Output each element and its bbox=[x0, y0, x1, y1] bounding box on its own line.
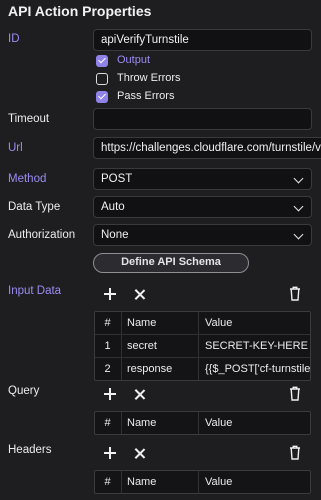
row-number: 2 bbox=[104, 363, 111, 375]
authorization-value: None bbox=[101, 229, 129, 241]
id-label: ID bbox=[8, 33, 20, 45]
throw-errors-checkbox[interactable] bbox=[96, 73, 108, 85]
table-header-row: # Name Value bbox=[95, 412, 310, 434]
method-label: Method bbox=[8, 173, 47, 185]
column-header-value: Value bbox=[205, 476, 233, 488]
url-label: Url bbox=[8, 142, 23, 154]
panel-title: API Action Properties bbox=[8, 3, 152, 19]
column-header-number: # bbox=[104, 317, 111, 329]
table-row[interactable]: 1 secret SECRET-KEY-HERE bbox=[95, 335, 310, 358]
table-header-row: # Name Value bbox=[95, 312, 310, 335]
authorization-select[interactable]: None bbox=[93, 224, 312, 246]
close-icon[interactable] bbox=[134, 448, 145, 459]
column-header-number: # bbox=[104, 417, 111, 429]
column-header-name: Name bbox=[127, 476, 157, 488]
trash-icon[interactable] bbox=[289, 286, 301, 301]
table-row[interactable]: 2 response {{$_POST['cf-turnstile-respon… bbox=[95, 358, 310, 380]
query-table: # Name Value bbox=[94, 411, 311, 435]
row-name[interactable]: response bbox=[127, 358, 197, 380]
data-type-value: Auto bbox=[101, 201, 125, 213]
chevron-down-icon bbox=[293, 201, 304, 212]
output-label: Output bbox=[117, 54, 151, 66]
column-header-name: Name bbox=[127, 317, 157, 329]
method-value: POST bbox=[101, 173, 133, 185]
trash-icon[interactable] bbox=[289, 445, 301, 460]
input-data-table: # Name Value 1 secret SECRET-KEY-HERE 2 … bbox=[94, 311, 311, 381]
column-header-name: Name bbox=[127, 417, 157, 429]
data-type-select[interactable]: Auto bbox=[93, 196, 312, 218]
pass-errors-checkbox[interactable] bbox=[96, 91, 108, 103]
column-header-value: Value bbox=[205, 317, 233, 329]
column-header-value: Value bbox=[205, 417, 233, 429]
headers-label: Headers bbox=[8, 444, 52, 456]
row-value[interactable]: {{$_POST['cf-turnstile-response']}} bbox=[205, 358, 310, 380]
trash-icon[interactable] bbox=[289, 386, 301, 401]
throw-errors-label: Throw Errors bbox=[117, 72, 181, 84]
define-api-schema-button[interactable]: Define API Schema bbox=[93, 253, 249, 273]
chevron-down-icon bbox=[293, 173, 304, 184]
query-label: Query bbox=[8, 385, 40, 397]
add-icon[interactable] bbox=[104, 447, 116, 459]
id-input[interactable]: apiVerifyTurnstile bbox=[93, 29, 312, 51]
method-select[interactable]: POST bbox=[93, 168, 312, 190]
close-icon[interactable] bbox=[134, 289, 145, 300]
headers-table: # Name Value bbox=[94, 470, 311, 494]
add-icon[interactable] bbox=[104, 288, 116, 300]
close-icon[interactable] bbox=[134, 389, 145, 400]
input-data-label: Input Data bbox=[8, 285, 62, 297]
timeout-label: Timeout bbox=[8, 113, 50, 125]
url-input[interactable]: https://challenges.cloudflare.com/turnst… bbox=[93, 137, 321, 159]
timeout-input[interactable] bbox=[93, 108, 312, 130]
column-header-number: # bbox=[104, 476, 111, 488]
pass-errors-label: Pass Errors bbox=[117, 90, 175, 102]
row-name[interactable]: secret bbox=[127, 335, 197, 357]
output-checkbox[interactable] bbox=[96, 55, 108, 67]
authorization-label: Authorization bbox=[8, 229, 76, 241]
data-type-label: Data Type bbox=[8, 201, 61, 213]
row-value[interactable]: SECRET-KEY-HERE bbox=[205, 335, 310, 357]
row-number: 1 bbox=[104, 340, 111, 352]
chevron-down-icon bbox=[293, 229, 304, 240]
table-header-row: # Name Value bbox=[95, 471, 310, 493]
add-icon[interactable] bbox=[104, 388, 116, 400]
